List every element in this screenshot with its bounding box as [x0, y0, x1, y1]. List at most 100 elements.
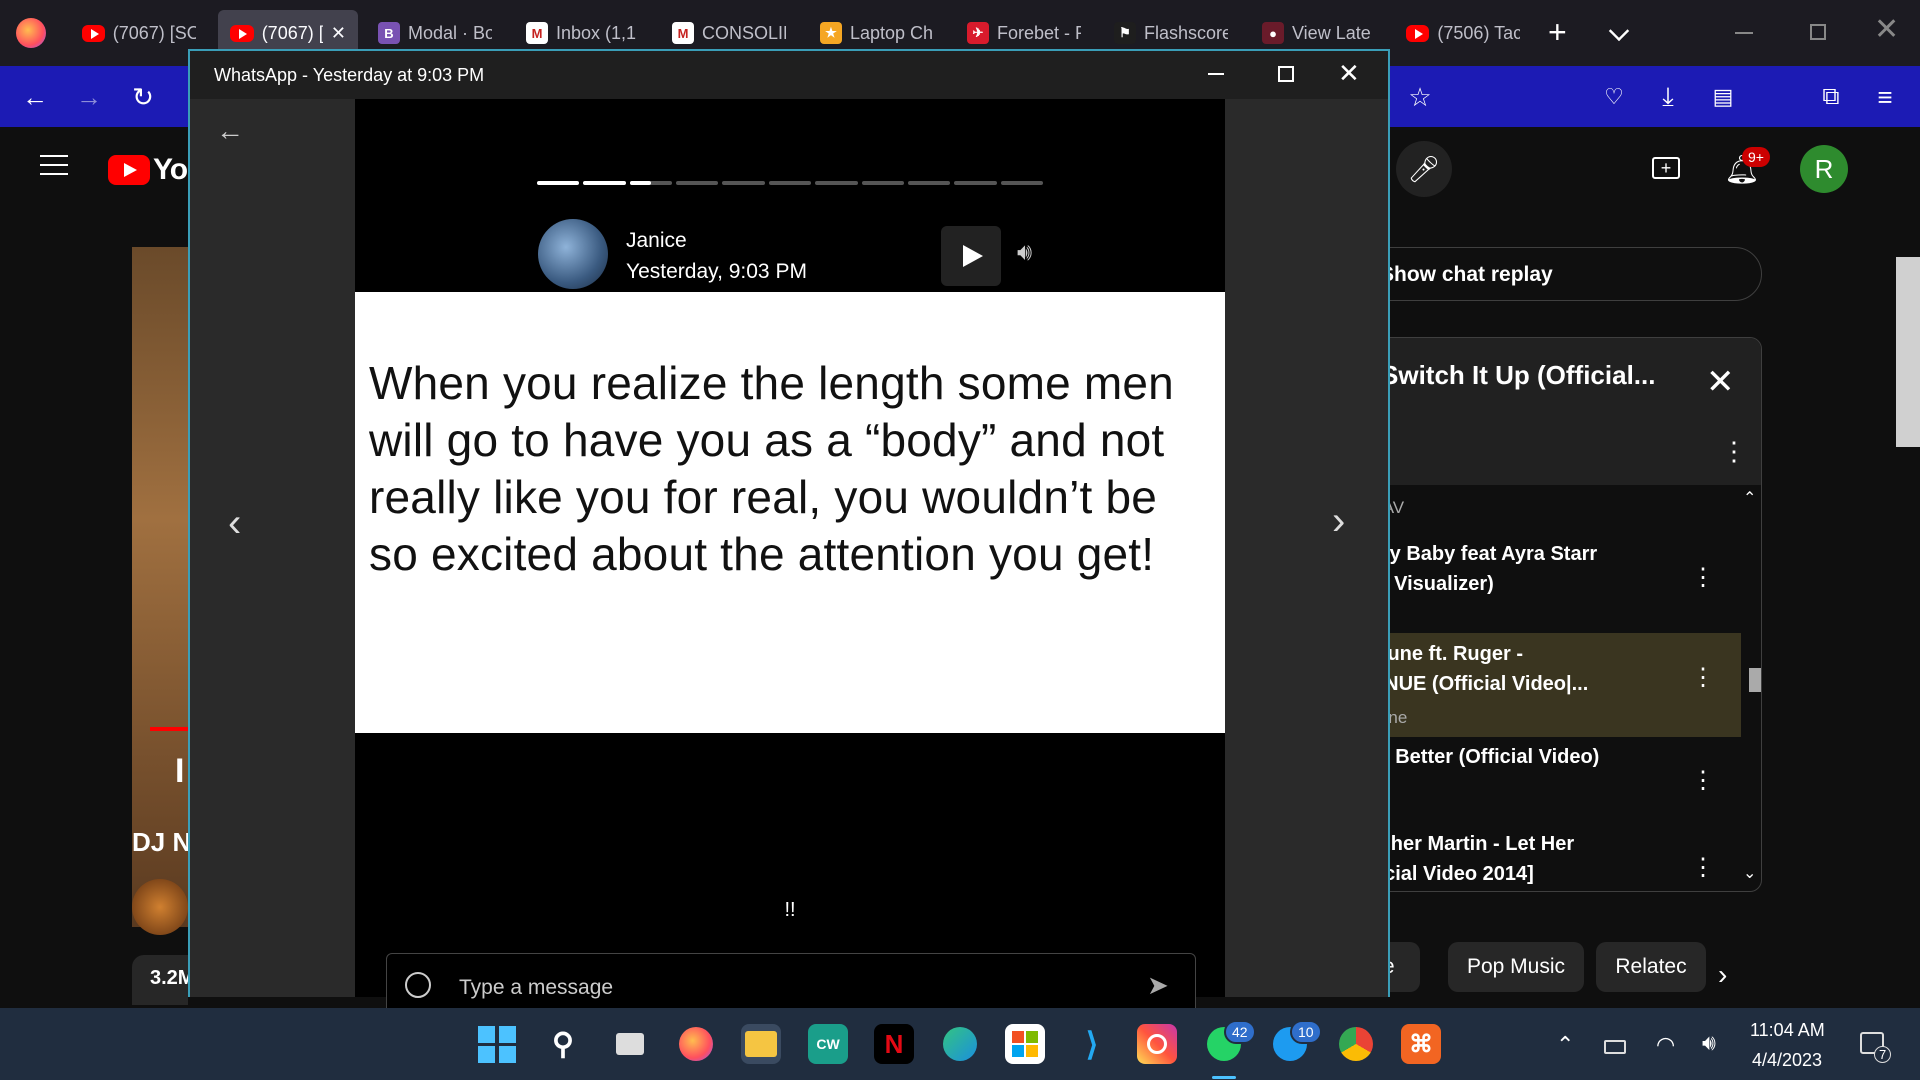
guide-menu-icon[interactable]: [40, 155, 68, 175]
microsoft-store-icon[interactable]: [1005, 1024, 1045, 1064]
back-arrow-icon[interactable]: ←: [216, 115, 244, 147]
video-player[interactable]: [132, 247, 188, 927]
tab-label: Modal · Bo: [408, 22, 492, 43]
progress-segment: [768, 181, 812, 185]
status-progress-bar: [537, 181, 1043, 185]
item-more-icon[interactable]: ⋮: [1691, 853, 1715, 882]
close-tab-icon[interactable]: ✕: [331, 23, 346, 44]
previous-status-icon[interactable]: ‹: [228, 501, 241, 546]
youtube-icon: [82, 24, 105, 42]
clock-time[interactable]: 11:04 AM: [1750, 1020, 1825, 1041]
youtube-logo-icon[interactable]: [108, 155, 150, 185]
item-more-icon[interactable]: ⋮: [1691, 766, 1715, 795]
star-icon: ★: [820, 22, 842, 44]
item-more-icon[interactable]: ⋮: [1691, 663, 1715, 692]
firefox-icon[interactable]: [676, 1024, 716, 1064]
video-title: DJ N: [132, 827, 192, 857]
firefox-menu-icon[interactable]: [16, 18, 46, 48]
list-all-tabs-button[interactable]: [1608, 20, 1630, 42]
create-video-icon[interactable]: +: [1652, 157, 1680, 179]
close-window-button[interactable]: ✕: [1874, 12, 1899, 47]
downloads-icon[interactable]: ⤓: [1651, 80, 1685, 114]
wifi-icon[interactable]: ◠: [1656, 1032, 1675, 1058]
droplet-icon: ●: [1262, 22, 1284, 44]
playlist-item[interactable]: alid - Better (Official Video)lid⋮: [1341, 746, 1741, 826]
playlist-scrollbar[interactable]: [1749, 668, 1761, 692]
filter-chip[interactable]: Pop Music: [1448, 942, 1584, 992]
status-image: When you realize the length some men wil…: [355, 292, 1225, 733]
wa-close-button[interactable]: ✕: [1338, 58, 1360, 89]
notification-count: 7: [1874, 1046, 1892, 1063]
search-icon[interactable]: ⚲: [543, 1024, 583, 1064]
restore-window-button[interactable]: [1810, 24, 1826, 40]
playlist-item[interactable]: n - My Baby feat Ayra Starr ficial Visual…: [1341, 543, 1741, 623]
vscode-icon[interactable]: ⟩: [1072, 1024, 1112, 1064]
forward-icon[interactable]: →: [72, 80, 106, 114]
scroll-down-icon[interactable]: ⌄: [1743, 863, 1756, 883]
playlist-panel: Switch It Up (Official... ✕ ⋮ yboy AVn -…: [1340, 337, 1762, 892]
emoji-icon[interactable]: [405, 972, 431, 998]
netflix-icon[interactable]: N: [874, 1024, 914, 1064]
show-chat-replay-label: Show chat replay: [1380, 263, 1553, 286]
send-icon[interactable]: ➤: [1147, 970, 1169, 1001]
progress-segment: [861, 181, 904, 185]
clock-date[interactable]: 4/4/2023: [1752, 1050, 1822, 1071]
message-input[interactable]: Type a message: [459, 976, 613, 1000]
edge-icon[interactable]: [940, 1024, 980, 1064]
print-icon[interactable]: ▤: [1706, 80, 1740, 114]
contact-name: Janice: [626, 229, 687, 252]
app-orange-icon[interactable]: ⌘: [1401, 1024, 1441, 1064]
hamburger-menu-icon[interactable]: ≡: [1868, 80, 1902, 114]
channel-avatar[interactable]: [132, 879, 188, 935]
video-overlay-text: I: [175, 752, 185, 790]
minimize-window-button[interactable]: [1735, 32, 1753, 34]
notification-badge: 9+: [1742, 147, 1770, 167]
tab-label: Laptop Ch: [850, 22, 934, 43]
bookmark-star-icon[interactable]: ☆: [1403, 80, 1437, 114]
extensions-puzzle-icon[interactable]: ⧉: [1814, 80, 1848, 114]
task-view-icon[interactable]: [610, 1024, 650, 1064]
back-icon[interactable]: ←: [18, 80, 52, 114]
chrome-icon[interactable]: [1336, 1024, 1376, 1064]
progress-segment: [676, 181, 719, 185]
next-status-icon[interactable]: ›: [1332, 499, 1345, 544]
wa-maximize-button[interactable]: [1278, 66, 1294, 82]
whatsapp-unread-badge: 42: [1224, 1020, 1256, 1044]
item-more-icon[interactable]: ⋮: [1691, 563, 1715, 592]
show-hidden-icons[interactable]: ⌃: [1556, 1032, 1574, 1058]
volume-icon[interactable]: 🔊︎: [1017, 239, 1032, 267]
youtube-icon: [1406, 24, 1430, 42]
reload-icon[interactable]: ↻: [126, 80, 160, 114]
file-explorer-icon[interactable]: [741, 1024, 781, 1064]
progress-segment: [1000, 181, 1043, 185]
browser-tab[interactable]: (7506) Tac: [1394, 10, 1532, 56]
progress-segment: [722, 181, 765, 185]
battery-icon[interactable]: [1604, 1040, 1626, 1054]
progress-segment: [815, 181, 858, 185]
chips-next-icon[interactable]: ›: [1718, 959, 1727, 991]
pocket-icon[interactable]: ♡: [1597, 80, 1631, 114]
cw-app-icon[interactable]: CW: [808, 1024, 848, 1064]
gmail-icon: M: [526, 22, 548, 44]
volume-tray-icon[interactable]: 🔊︎: [1702, 1030, 1716, 1056]
contact-avatar[interactable]: [538, 219, 608, 289]
wa-minimize-button[interactable]: [1208, 73, 1224, 75]
video-progress-bar[interactable]: [150, 727, 188, 731]
progress-segment: [583, 181, 626, 185]
start-icon[interactable]: [477, 1024, 517, 1064]
instagram-icon[interactable]: [1137, 1024, 1177, 1064]
play-button[interactable]: [941, 226, 1001, 286]
page-scrollbar[interactable]: [1896, 257, 1920, 447]
new-tab-button[interactable]: +: [1548, 14, 1567, 51]
gmail-icon: M: [672, 22, 694, 44]
scroll-up-icon[interactable]: ⌃: [1743, 488, 1756, 508]
close-playlist-icon[interactable]: ✕: [1706, 362, 1735, 402]
voice-search-icon[interactable]: 🎤︎: [1396, 141, 1452, 197]
filter-chip[interactable]: Relatec: [1596, 942, 1706, 992]
tab-label: Forebet - P: [997, 22, 1081, 43]
flashscore-icon: ⚑: [1114, 22, 1136, 44]
account-avatar[interactable]: R: [1800, 145, 1848, 193]
playlist-item[interactable]: istopher Martin - Let Her [Official Video…: [1341, 833, 1741, 891]
playlist-more-icon[interactable]: ⋮: [1721, 436, 1747, 467]
playlist-item[interactable]: Neptune ft. Ruger - NVENUE (Official Vide…: [1341, 633, 1741, 737]
